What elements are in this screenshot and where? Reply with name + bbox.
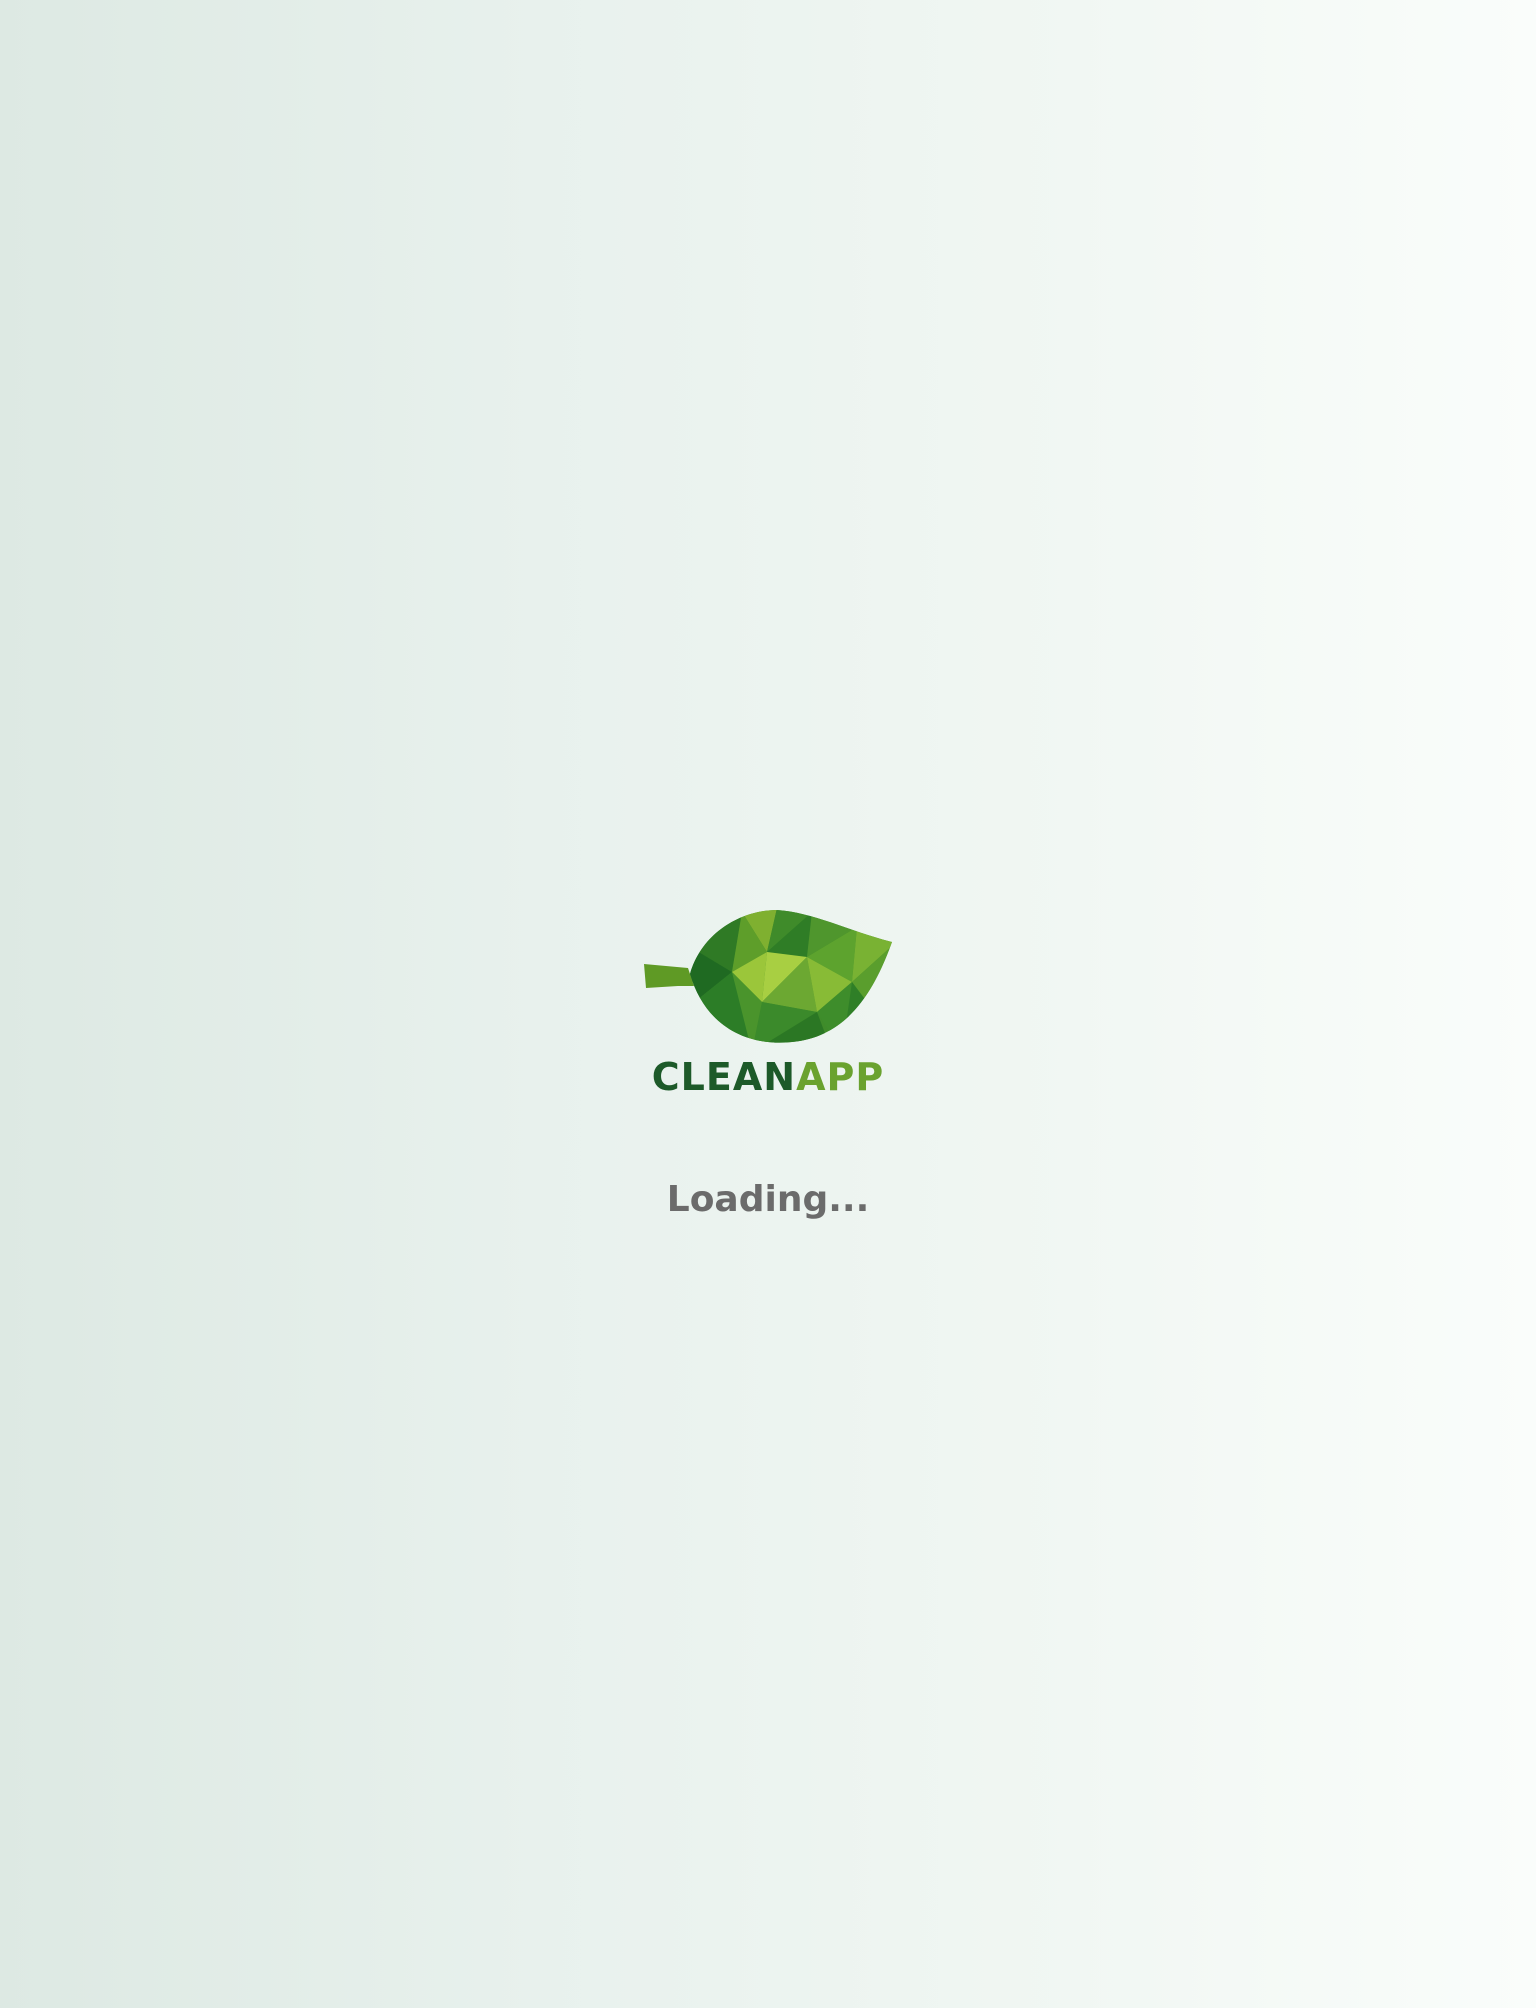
loading-status-text: Loading...: [666, 1179, 870, 1220]
wordmark-app: APP: [796, 1055, 885, 1099]
splash-screen: CLEANAPP Loading...: [0, 0, 1536, 2008]
wordmark-clean: CLEAN: [651, 1055, 797, 1099]
leaf-icon: [644, 910, 892, 1043]
app-logo: CLEANAPP: [638, 902, 898, 1102]
app-wordmark: CLEANAPP: [638, 1052, 898, 1102]
